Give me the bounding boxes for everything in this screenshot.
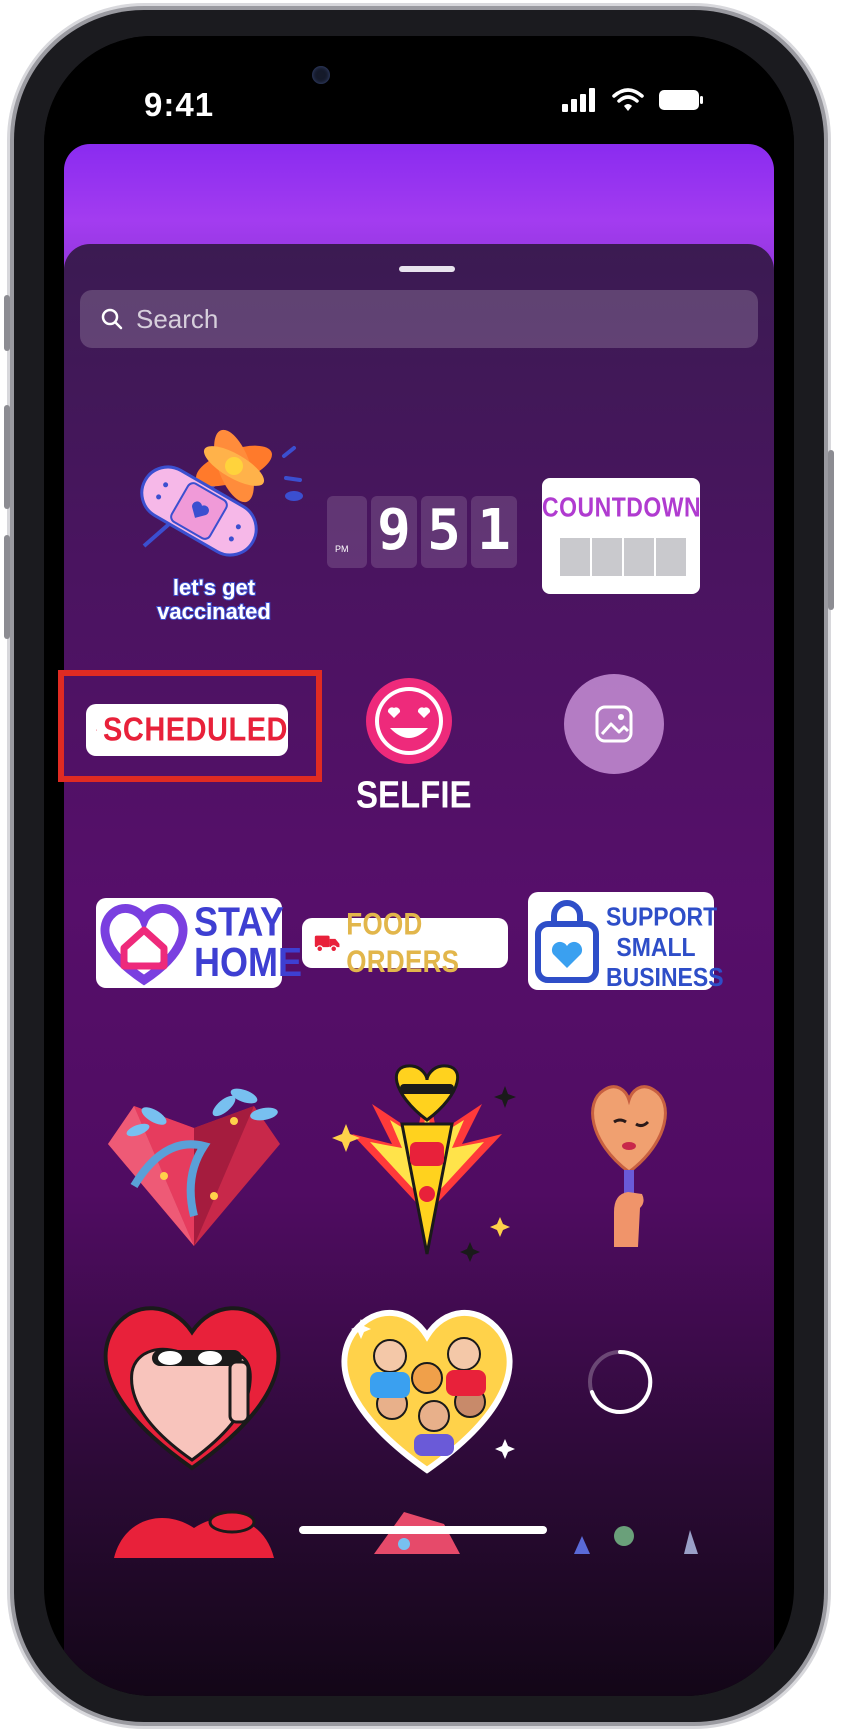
drag-handle[interactable] — [399, 266, 455, 272]
status-icons — [562, 88, 704, 112]
countdown-digit-box — [624, 538, 654, 576]
home-indicator[interactable] — [299, 1526, 547, 1534]
partial-heart-sticker[interactable] — [114, 1498, 274, 1558]
highlight-box — [58, 670, 322, 782]
vaccinated-label: let's get vaccinated — [156, 575, 272, 625]
search-icon — [101, 308, 123, 330]
mute-switch — [4, 295, 10, 351]
support-line1: SUPPORT — [606, 902, 718, 932]
partial-plant-sticker[interactable] — [564, 1514, 704, 1554]
heart-mirror-sticker[interactable] — [584, 1082, 674, 1252]
partial-heart-icon — [114, 1510, 274, 1558]
family-heart-sticker[interactable] — [330, 1286, 524, 1476]
photo-sticker[interactable] — [564, 674, 664, 774]
time-sticker[interactable]: PM 9 5 1 — [327, 496, 517, 568]
wifi-icon — [612, 88, 644, 111]
stay-home-line1: STAY — [194, 898, 285, 945]
volume-down-button — [4, 535, 10, 639]
loading-spinner-icon — [588, 1349, 653, 1414]
time-digit-tile: 9 — [371, 496, 417, 568]
heart-face-totem-sticker[interactable] — [332, 1064, 522, 1264]
stay-home-sticker[interactable]: STAY HOME — [96, 898, 302, 988]
volume-up-button — [4, 405, 10, 509]
heart-mirror-icon — [591, 1085, 667, 1247]
countdown-digit-box — [656, 538, 686, 576]
countdown-digit-box — [560, 538, 590, 576]
house-heart-icon — [100, 904, 188, 986]
food-orders-label: FOOD ORDERS — [346, 905, 460, 979]
loading-spinner — [584, 1346, 656, 1418]
delivery-truck-icon — [314, 935, 340, 953]
time-digit: 9 — [377, 498, 411, 563]
photo-icon — [595, 705, 633, 743]
countdown-label: COUNTDOWN — [542, 491, 702, 523]
gem-heart-icon — [108, 1088, 280, 1246]
heart-totem-icon — [332, 1064, 516, 1262]
front-camera — [312, 66, 330, 84]
sunglasses-heart-sticker[interactable] — [92, 1292, 292, 1472]
heart-eyes-emoji-icon — [366, 678, 452, 764]
time-digit: 1 — [477, 498, 511, 563]
support-line3: BUSINESS — [606, 962, 724, 992]
search-placeholder: Search — [136, 303, 219, 334]
power-button — [828, 450, 834, 610]
gem-heart-sticker[interactable] — [94, 1066, 294, 1256]
search-input[interactable]: Search — [80, 290, 758, 348]
bandage-flower-icon — [140, 429, 303, 557]
support-small-business-label: SUPPORT SMALL BUSINESS — [606, 902, 724, 993]
countdown-sticker[interactable]: COUNTDOWN — [542, 478, 702, 594]
status-time: 9:41 — [144, 86, 215, 123]
selfie-label: SELFIE — [356, 773, 472, 816]
support-line2: SMALL — [616, 932, 696, 962]
time-meridiem: PM — [335, 544, 349, 554]
time-digit: 5 — [427, 498, 461, 563]
signal-icon — [562, 88, 595, 112]
sunglasses-heart-icon — [103, 1306, 281, 1471]
support-small-business-sticker[interactable]: SUPPORT SMALL BUSINESS — [528, 892, 724, 993]
time-meridiem-tile: PM — [327, 496, 367, 568]
food-orders-sticker[interactable]: FOOD ORDERS — [302, 906, 508, 979]
time-digit-tile: 5 — [421, 496, 467, 568]
partial-plant-icon — [574, 1526, 698, 1554]
notch — [279, 36, 559, 64]
phone-frame: 9:41 Search let's get vaccinated PM 9 5 … — [4, 10, 834, 1722]
shopping-bag-heart-icon — [535, 900, 599, 983]
status-bar: 9:41 — [44, 36, 794, 144]
time-digit-tile: 1 — [471, 496, 517, 568]
stay-home-label: STAY HOME — [194, 898, 302, 985]
countdown-digit-box — [592, 538, 622, 576]
phone-screen: 9:41 Search let's get vaccinated PM 9 5 … — [44, 36, 794, 1696]
stay-home-line2: HOME — [194, 938, 302, 985]
selfie-sticker[interactable]: SELFIE — [354, 676, 472, 816]
battery-icon — [659, 90, 703, 110]
family-heart-icon — [341, 1309, 515, 1474]
